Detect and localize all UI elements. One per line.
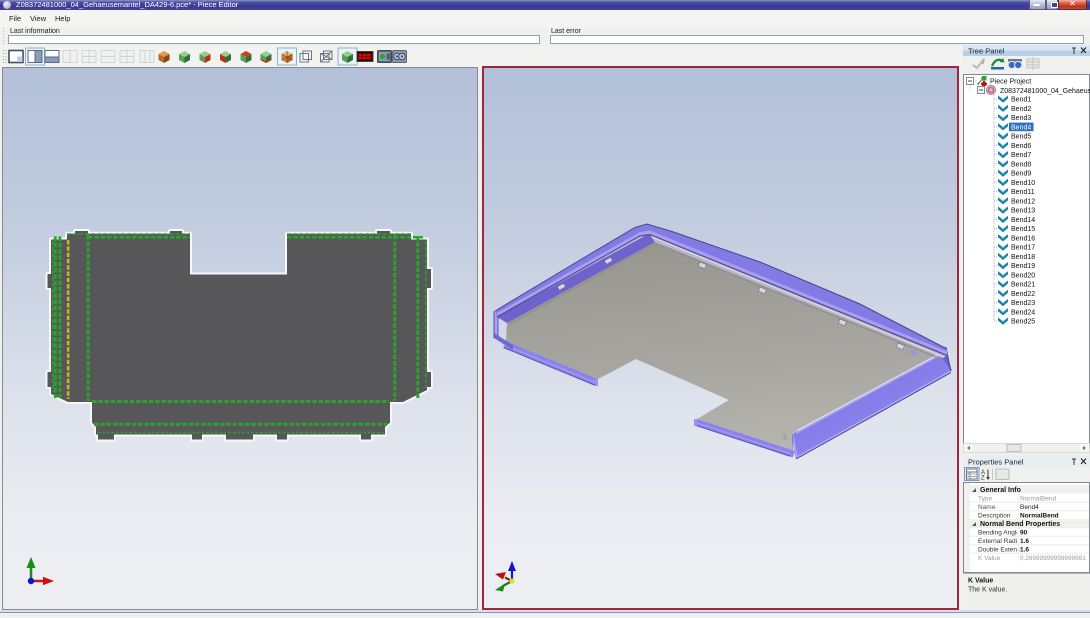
svg-text:K Value: K Value <box>968 578 993 585</box>
svg-text:90: 90 <box>1020 530 1028 537</box>
svg-text:Bend5: Bend5 <box>1011 134 1031 141</box>
svg-text:Bend13: Bend13 <box>1011 208 1035 215</box>
svg-text:Bend2: Bend2 <box>1011 106 1031 113</box>
svg-text:Bend3: Bend3 <box>1011 115 1031 122</box>
svg-text:Description: Description <box>978 513 1011 520</box>
svg-text:Bending Angle: Bending Angle <box>978 530 1020 537</box>
svg-text:Tree Panel: Tree Panel <box>968 47 1005 56</box>
svg-text:General Info: General Info <box>980 487 1021 494</box>
svg-text:NormalBend: NormalBend <box>1020 496 1057 503</box>
svg-text:0.26999999999999691: 0.26999999999999691 <box>1020 555 1086 562</box>
svg-text:Bend1: Bend1 <box>1011 97 1031 104</box>
svg-text:Bend20: Bend20 <box>1011 272 1035 279</box>
svg-text:Bend17: Bend17 <box>1011 245 1035 252</box>
svg-text:1.6: 1.6 <box>1020 538 1029 545</box>
svg-text:Bend10: Bend10 <box>1011 180 1035 187</box>
svg-text:Bend24: Bend24 <box>1011 310 1035 317</box>
svg-text:Bend25: Bend25 <box>1011 319 1035 326</box>
svg-text:Bend21: Bend21 <box>1011 282 1035 289</box>
svg-text:Bend8: Bend8 <box>1011 161 1031 168</box>
svg-text:Properties Panel: Properties Panel <box>968 458 1024 467</box>
svg-text:Bend11: Bend11 <box>1011 189 1035 196</box>
svg-text:Double Extens: Double Extens <box>978 547 1021 554</box>
svg-text:Piece Project: Piece Project <box>990 79 1031 86</box>
svg-text:Bend19: Bend19 <box>1011 263 1035 270</box>
svg-text:Name: Name <box>978 504 996 511</box>
svg-text:Bend16: Bend16 <box>1011 235 1035 242</box>
svg-text:Bend14: Bend14 <box>1011 217 1035 224</box>
svg-text:External Radi.: External Radi. <box>978 538 1019 545</box>
svg-text:Bend6: Bend6 <box>1011 143 1031 150</box>
svg-text:Bend4: Bend4 <box>1011 124 1031 131</box>
svg-text:Bend7: Bend7 <box>1011 152 1031 159</box>
svg-text:NormalBend: NormalBend <box>1020 513 1059 520</box>
svg-text:Bend23: Bend23 <box>1011 300 1035 307</box>
svg-text:The K value.: The K value. <box>968 587 1007 594</box>
svg-text:Bend22: Bend22 <box>1011 291 1035 298</box>
svg-text:Normal Bend Properties: Normal Bend Properties <box>980 521 1060 528</box>
svg-text:Bend9: Bend9 <box>1011 171 1031 178</box>
svg-text:Z: Z <box>981 476 985 482</box>
svg-text:Bend12: Bend12 <box>1011 198 1035 205</box>
svg-text:Bend18: Bend18 <box>1011 254 1035 261</box>
svg-text:Z08372481000_04_Gehaeusema: Z08372481000_04_Gehaeusema <box>1000 88 1090 95</box>
svg-text:Type: Type <box>978 496 992 503</box>
svg-text:Bend15: Bend15 <box>1011 226 1035 233</box>
svg-text:Bend4: Bend4 <box>1020 504 1039 511</box>
svg-text:K Value: K Value <box>978 555 1001 562</box>
svg-text:1.6: 1.6 <box>1020 547 1029 554</box>
